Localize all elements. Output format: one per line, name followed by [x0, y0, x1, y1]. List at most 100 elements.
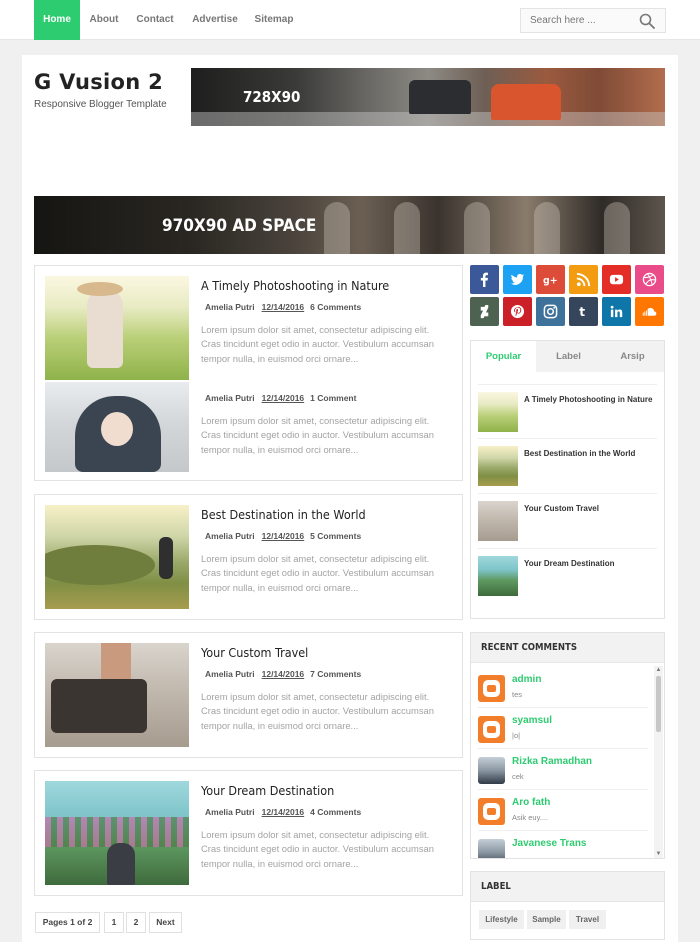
comment-item[interactable]: Javanese Trans [478, 831, 648, 858]
google-plus-icon[interactable]: g+ [536, 265, 565, 294]
tab-arsip[interactable]: Arsip [601, 341, 664, 372]
tumblr-icon[interactable]: t [569, 297, 598, 326]
post-meta: Amelia Putri 12/14/2016 1 Comment [205, 393, 356, 403]
post-thumbnail[interactable] [45, 781, 189, 885]
linkedin-icon[interactable] [602, 297, 631, 326]
post-comments[interactable]: 7 Comments [310, 669, 361, 679]
post-author[interactable]: Amelia Putri [205, 669, 255, 679]
comment-author[interactable]: syamsul [512, 715, 552, 726]
tab-label[interactable]: Label [536, 341, 601, 372]
post-excerpt: Lorem ipsum dolor sit amet, consectetur … [201, 691, 434, 731]
comment-author[interactable]: admin [512, 674, 541, 685]
thumbnail-figure [87, 288, 123, 368]
nav-contact[interactable]: Contact [130, 0, 180, 40]
page-2-button[interactable]: 2 [126, 912, 146, 933]
instagram-icon[interactable] [536, 297, 565, 326]
popular-item-title[interactable]: Your Dream Destination [524, 557, 654, 570]
comment-author[interactable]: Javanese Trans [512, 838, 587, 849]
search-icon[interactable] [639, 13, 655, 29]
post-thumbnail[interactable] [45, 276, 189, 380]
post-comments[interactable]: 4 Comments [310, 807, 361, 817]
post-date[interactable]: 12/14/2016 [262, 807, 305, 817]
popular-thumbnail[interactable] [478, 446, 518, 486]
post-author[interactable]: Amelia Putri [205, 393, 255, 403]
scroll-up-arrow-icon[interactable]: ▲ [654, 666, 663, 674]
post-author[interactable]: Amelia Putri [205, 302, 255, 312]
blogger-logo-icon [483, 680, 500, 697]
post-date[interactable]: 12/14/2016 [262, 531, 305, 541]
post-author[interactable]: Amelia Putri [205, 807, 255, 817]
post-card: Best Destination in the World Amelia Put… [34, 494, 463, 620]
nav-advertise[interactable]: Advertise [184, 0, 246, 40]
page-1-button[interactable]: 1 [104, 912, 124, 933]
post-comments[interactable]: 6 Comments [310, 302, 361, 312]
post-title[interactable]: Your Custom Travel [201, 645, 308, 660]
popular-thumbnail[interactable] [478, 556, 518, 596]
popular-item-title[interactable]: A Timely Photoshooting in Nature [524, 393, 654, 406]
popular-item[interactable]: A Timely Photoshooting in Nature [478, 384, 657, 438]
blogger-avatar[interactable] [478, 798, 505, 825]
pinterest-icon[interactable] [503, 297, 532, 326]
post-date[interactable]: 12/14/2016 [262, 393, 305, 403]
popular-thumbnail[interactable] [478, 392, 518, 432]
recent-comments-widget: RECENT COMMENTS admin tes syamsul |o| Ri… [470, 632, 665, 859]
post-date[interactable]: 12/14/2016 [262, 302, 305, 312]
rss-icon[interactable] [569, 265, 598, 294]
comment-text: Asik euy.... [512, 813, 549, 822]
blogger-logo-icon [483, 803, 500, 820]
popular-item-title[interactable]: Best Destination in the World [524, 447, 654, 460]
nav-about[interactable]: About [82, 0, 126, 40]
soundcloud-icon[interactable] [635, 297, 664, 326]
tab-popular[interactable]: Popular [471, 341, 536, 372]
nav-home[interactable]: Home [34, 0, 80, 40]
ad-crowd-image [604, 202, 630, 254]
post-comments[interactable]: 5 Comments [310, 531, 361, 541]
ad-banner-970[interactable]: 970X90 AD SPACE [34, 196, 665, 254]
post-title[interactable]: Your Dream Destination [201, 783, 334, 798]
comment-item[interactable]: syamsul |o| [478, 708, 648, 749]
blogger-avatar[interactable] [478, 716, 505, 743]
tag-lifestyle[interactable]: Lifestyle [479, 910, 524, 929]
popular-item[interactable]: Your Custom Travel [478, 493, 657, 547]
popular-thumbnail[interactable] [478, 501, 518, 541]
post-title[interactable]: Best Destination in the World [201, 507, 366, 522]
scrollbar-thumb[interactable] [656, 676, 661, 732]
post-author[interactable]: Amelia Putri [205, 531, 255, 541]
scroll-down-arrow-icon[interactable]: ▼ [654, 850, 663, 858]
youtube-icon[interactable] [602, 265, 631, 294]
tag-sample[interactable]: Sample [527, 910, 566, 929]
avatar[interactable] [478, 839, 505, 858]
next-page-button[interactable]: Next [149, 912, 182, 933]
deviantart-icon[interactable] [470, 297, 499, 326]
blogger-avatar[interactable] [478, 675, 505, 702]
comment-item[interactable]: Aro fath Asik euy.... [478, 790, 648, 831]
comment-item[interactable]: Rizka Ramadhan cek [478, 749, 648, 790]
post-comments[interactable]: 1 Comment [310, 393, 356, 403]
post-thumbnail[interactable] [45, 505, 189, 609]
popular-item[interactable]: Your Dream Destination [478, 548, 657, 602]
popular-item[interactable]: Best Destination in the World [478, 438, 657, 492]
comments-scrollbar[interactable]: ▲ ▼ [654, 666, 663, 858]
post-thumbnail[interactable] [45, 382, 189, 472]
comment-author[interactable]: Aro fath [512, 797, 550, 808]
post-meta: Amelia Putri 12/14/2016 5 Comments [205, 531, 361, 541]
nav-sitemap[interactable]: Sitemap [250, 0, 298, 40]
twitter-icon[interactable] [503, 265, 532, 294]
search-input[interactable] [521, 9, 633, 32]
avatar[interactable] [478, 757, 505, 784]
post-meta: Amelia Putri 12/14/2016 4 Comments [205, 807, 361, 817]
pagination-label: Pages 1 of 2 [35, 912, 100, 933]
comment-author[interactable]: Rizka Ramadhan [512, 756, 592, 767]
ad-728-label: 728X90 [243, 88, 301, 106]
ad-banner-728[interactable]: 728X90 [191, 68, 665, 126]
popular-item-title[interactable]: Your Custom Travel [524, 502, 654, 515]
thumbnail-figure [107, 843, 135, 885]
post-date[interactable]: 12/14/2016 [262, 669, 305, 679]
post-title[interactable]: A Timely Photoshooting in Nature [201, 278, 389, 293]
comment-item[interactable]: admin tes [478, 667, 648, 708]
facebook-icon[interactable] [470, 265, 499, 294]
blog-title[interactable]: G Vusion 2 [34, 70, 163, 94]
tag-travel[interactable]: Travel [569, 910, 606, 929]
post-thumbnail[interactable] [45, 643, 189, 747]
dribbble-icon[interactable] [635, 265, 664, 294]
